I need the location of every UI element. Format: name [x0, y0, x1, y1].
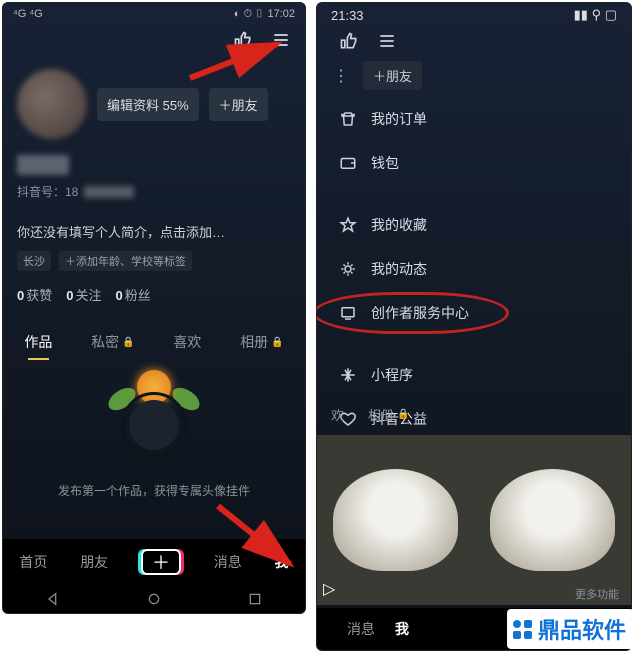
- tab-private[interactable]: 私密🔒: [87, 324, 138, 360]
- tab-album[interactable]: 相册🔒: [368, 405, 409, 424]
- status-bar: 21:33 ▮▮ ⚲ ▢: [317, 3, 631, 27]
- add-friend-button[interactable]: ＋朋友: [209, 88, 268, 121]
- thumbnail[interactable]: [474, 435, 631, 605]
- android-recent-icon[interactable]: [247, 591, 263, 607]
- watermark: 鼎品软件: [507, 609, 634, 649]
- avatar-pendant-badge: [99, 372, 209, 482]
- stats-row: 0获赞 0关注 0粉丝: [17, 285, 291, 304]
- thumbs-icon[interactable]: [339, 31, 359, 56]
- username: [17, 155, 69, 175]
- thumbnail[interactable]: ▷: [317, 435, 474, 605]
- status-time: 21:33: [331, 8, 364, 23]
- nav-post-plus[interactable]: ＋: [141, 549, 181, 575]
- nav-friends[interactable]: 朋友: [80, 552, 108, 572]
- lock-icon: 🔒: [397, 409, 409, 420]
- annotation-arrow-me: [210, 498, 310, 578]
- nav-messages[interactable]: 消息: [347, 619, 375, 639]
- edit-profile-button[interactable]: 编辑资料 55%: [97, 88, 199, 121]
- menu-moments[interactable]: 我的动态: [317, 247, 631, 291]
- tab-likes[interactable]: 喜欢: [169, 324, 205, 360]
- tab-album[interactable]: 相册🔒: [236, 324, 287, 360]
- status-bar: ⁴G ⁴G ◐ ⏱ ▯ 17:02: [3, 3, 305, 25]
- menu-creator-center[interactable]: 创作者服务中心: [317, 291, 631, 335]
- stat-likes[interactable]: 0获赞: [17, 285, 52, 304]
- status-time: 17:02: [267, 8, 295, 20]
- add-friend-button[interactable]: ＋朋友: [363, 61, 422, 90]
- annotation-arrow-menu: [182, 36, 292, 86]
- menu-miniapp[interactable]: 小程序: [317, 353, 631, 397]
- status-icons: ◐ ⏱ ▯: [234, 8, 264, 21]
- uid-value: [84, 186, 134, 198]
- android-home-icon[interactable]: [146, 591, 162, 607]
- more-features-label[interactable]: 更多功能: [575, 586, 619, 602]
- status-right: ▮▮ ⚲ ▢: [574, 7, 617, 23]
- menu-orders[interactable]: 我的订单: [317, 97, 631, 141]
- android-back-icon[interactable]: [45, 591, 61, 607]
- annotation-circle: [316, 292, 509, 334]
- lock-icon: 🔒: [271, 337, 283, 348]
- tab-likes-partial[interactable]: 欢: [331, 405, 344, 424]
- phone-right: 21:33 ▮▮ ⚲ ▢ ⋮ ＋朋友 我的订单 钱包 我的收藏: [316, 2, 632, 651]
- stat-follow[interactable]: 0关注: [66, 285, 101, 304]
- stat-fans[interactable]: 0粉丝: [116, 285, 151, 304]
- nav-me[interactable]: 我: [395, 619, 409, 639]
- menu-icon[interactable]: [377, 31, 397, 56]
- tag-add[interactable]: ＋添加年龄、学校等标签: [59, 251, 192, 271]
- nav-home[interactable]: 首页: [19, 552, 47, 572]
- menu-favorites[interactable]: 我的收藏: [317, 203, 631, 247]
- avatar[interactable]: [17, 69, 87, 139]
- uid-prefix: 抖音号：18: [17, 183, 78, 200]
- watermark-logo-icon: [513, 620, 532, 639]
- tab-works[interactable]: 作品: [20, 324, 56, 360]
- signal-left: ⁴G ⁴G: [13, 8, 43, 20]
- works-hint: 发布第一个作品，获得专属头像挂件: [3, 482, 305, 499]
- lock-icon: 🔒: [122, 337, 134, 348]
- video-thumbnails: ▷: [317, 435, 631, 605]
- more-icon[interactable]: ⋮: [333, 66, 349, 86]
- tag-city[interactable]: 长沙: [17, 251, 51, 271]
- bio-hint[interactable]: 你还没有填写个人简介，点击添加…: [17, 222, 291, 241]
- menu-wallet[interactable]: 钱包: [317, 141, 631, 185]
- watermark-text: 鼎品软件: [538, 613, 626, 645]
